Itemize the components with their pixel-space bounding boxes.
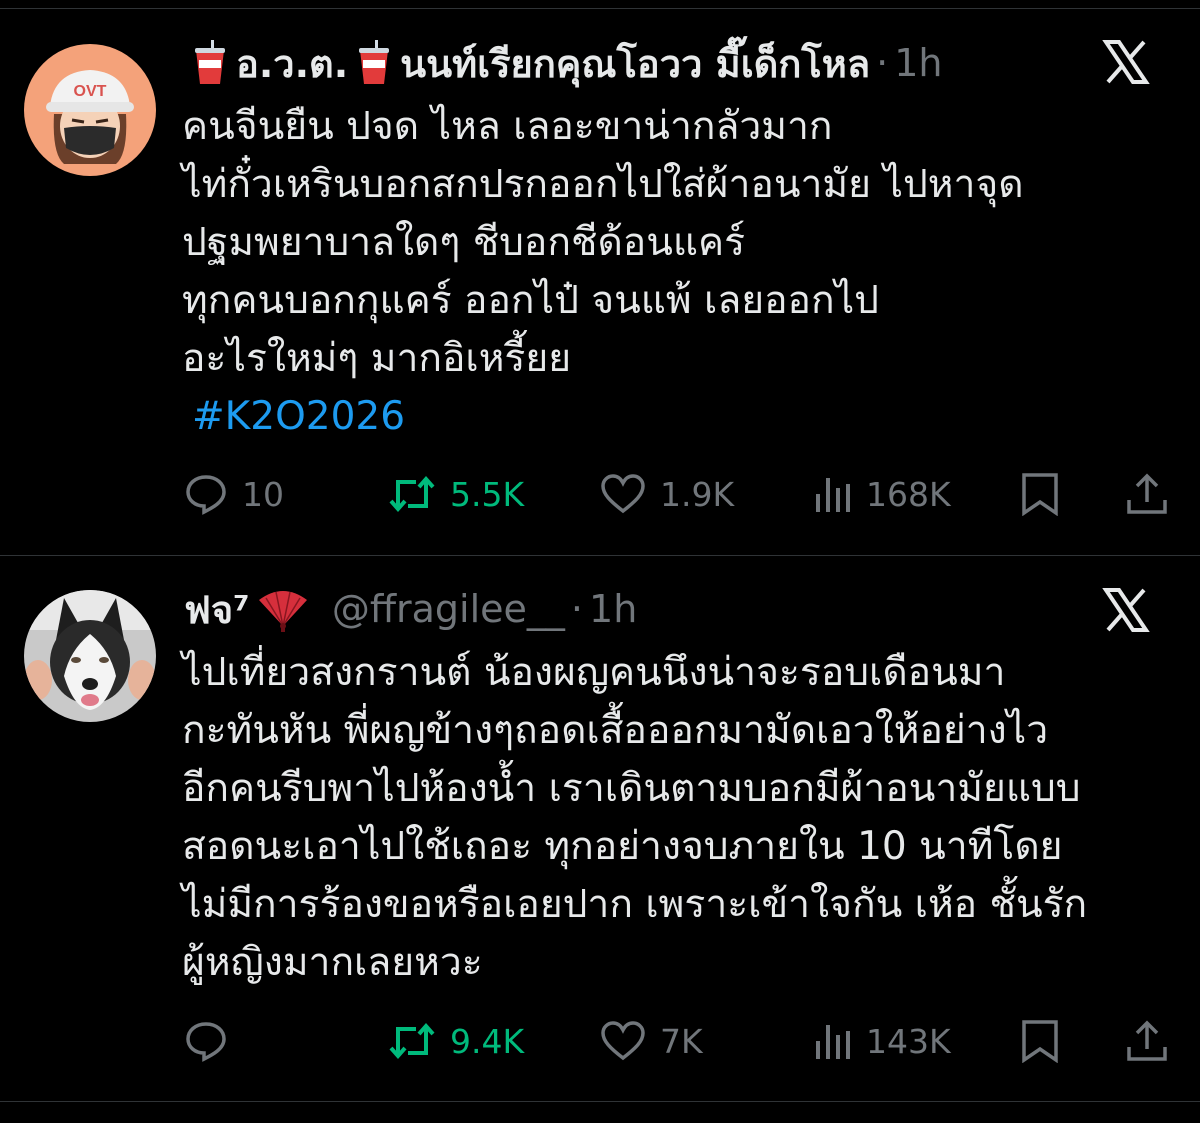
avatar-hat-text: OVT [74, 83, 107, 100]
tweet-line: ปฐมพยาบาลใดๆ ชีบอกชีด้อนแคร์ [182, 220, 746, 265]
like-button[interactable]: 7K [600, 1011, 703, 1071]
bookmark-button[interactable] [1020, 1011, 1060, 1071]
repost-arrows-icon [388, 472, 436, 516]
repost-button[interactable]: 5.5K [388, 464, 524, 524]
repost-count: 5.5K [450, 474, 525, 514]
reply-count: 10 [242, 474, 284, 514]
fan-emoji-icon [256, 585, 310, 633]
tweet-header: ฟจ⁷ @ffragilee__ · 1h [184, 582, 637, 636]
share-upload-icon [1126, 1019, 1168, 1063]
speech-bubble-icon [184, 472, 228, 516]
avatar[interactable] [24, 590, 156, 722]
views-count: 168K [866, 474, 951, 514]
avatar[interactable]: OVT [24, 44, 156, 176]
tweet-header: อ.ว.ต. นนท์เรียกคุณโอวว มี๊เด็กโหล · 1h [184, 36, 942, 90]
action-bar: 10 5.5K 1.9K 168K [0, 464, 1200, 524]
display-name[interactable]: ฟจ⁷ [184, 579, 316, 640]
views-button[interactable]: 168K [812, 464, 951, 524]
x-logo-icon[interactable] [1102, 586, 1150, 634]
bookmark-icon [1020, 1019, 1060, 1063]
tweet-line: ไม่มีการร้องขอหรือเอยปาก เพราะเข้าใจกัน … [182, 882, 1088, 927]
views-count: 143K [866, 1021, 951, 1061]
reply-button[interactable] [184, 1011, 242, 1071]
tweet-1[interactable]: OVT อ.ว.ต. นนท์เรียกคุณโอวว มี๊เด็กโหล ·… [0, 0, 1200, 555]
heart-icon [600, 473, 646, 515]
tweet-line: คนจีนยืน ปจด ไหล เลอะขาน่ากลัวมาก [182, 104, 833, 149]
tweet-line: อีกคนรีบพาไปห้องน้ำ เราเดินตามบอกมีผ้าอน… [182, 766, 1081, 811]
tweet-line: สอดนะเอาไปใช้เถอะ ทุกอย่างจบภายใน 10 นาท… [182, 824, 1063, 869]
reply-button[interactable]: 10 [184, 464, 284, 524]
share-upload-icon [1126, 472, 1168, 516]
hashtag-link[interactable]: #K2O2026 [182, 388, 1182, 446]
bookmark-icon [1020, 472, 1060, 516]
cup-emoji-icon [354, 39, 394, 87]
timestamp[interactable]: 1h [589, 587, 637, 631]
action-bar: 9.4K 7K 143K [0, 1011, 1200, 1071]
tweet-line: ไท่กั๋วเหรินบอกสกปรกออกไปใส่ผ้าอนามัย ไป… [182, 162, 1024, 207]
display-name-part1: อ.ว.ต. [236, 41, 349, 86]
views-button[interactable]: 143K [812, 1011, 951, 1071]
display-name[interactable]: อ.ว.ต. นนท์เรียกคุณโอวว มี๊เด็กโหล [184, 33, 870, 94]
repost-count: 9.4K [450, 1021, 525, 1061]
separator-dot: · [876, 41, 889, 85]
cup-emoji-icon [190, 39, 230, 87]
tweet-line: กะทันหัน พี่ผญข้างๆถอดเสื้อออกมามัดเอวให… [182, 708, 1049, 753]
repost-button[interactable]: 9.4K [388, 1011, 524, 1071]
display-name-part2: นนท์เรียกคุณโอวว มี๊เด็กโหล [400, 41, 871, 86]
separator-dot: · [570, 587, 584, 631]
x-logo-icon[interactable] [1102, 38, 1150, 86]
tweet-text: ไปเที่ยวสงกรานต์ น้องผญคนนึงน่าจะรอบเดือ… [182, 644, 1182, 992]
bar-chart-icon [812, 474, 852, 514]
bookmark-button[interactable] [1020, 464, 1060, 524]
share-button[interactable] [1126, 1011, 1168, 1071]
timestamp[interactable]: 1h [894, 41, 942, 85]
heart-icon [600, 1020, 646, 1062]
tweet-2[interactable]: ฟจ⁷ @ffragilee__ · 1h ไปเที่ยวสงกรานต์ น… [0, 556, 1200, 1101]
display-name-text: ฟจ⁷ [184, 587, 250, 632]
repost-arrows-icon [388, 1019, 436, 1063]
like-count: 1.9K [660, 474, 735, 514]
like-count: 7K [660, 1021, 703, 1061]
bottom-divider [0, 1101, 1200, 1102]
tweet-line: ไปเที่ยวสงกรานต์ น้องผญคนนึงน่าจะรอบเดือ… [182, 650, 1006, 695]
tweet-text: คนจีนยืน ปจด ไหล เลอะขาน่ากลัวมาก ไท่กั๋… [182, 98, 1182, 446]
tweet-line: อะไรใหม่ๆ มากอิเหรี้ยย [182, 336, 572, 381]
tweet-line: ผู้หญิงมากเลยหวะ [182, 940, 483, 985]
user-handle[interactable]: @ffragilee__ [332, 587, 565, 631]
bar-chart-icon [812, 1021, 852, 1061]
speech-bubble-icon [184, 1019, 228, 1063]
share-button[interactable] [1126, 464, 1168, 524]
tweet-line: ทุกคนบอกกุแคร์ ออกไป๋ จนแพ้ เลยออกไป [182, 278, 879, 323]
like-button[interactable]: 1.9K [600, 464, 734, 524]
